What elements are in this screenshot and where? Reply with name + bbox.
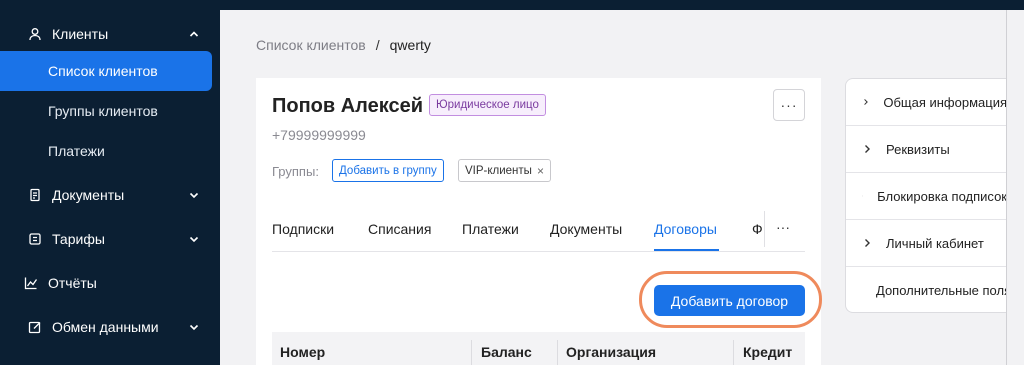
info-row-general[interactable]: Общая информация: [846, 79, 1006, 126]
contracts-table-header: Номер Баланс Организация Кредит: [272, 332, 805, 365]
client-phone: +79999999999: [272, 127, 366, 143]
chevron-right-icon: [865, 145, 870, 153]
chevron-right-icon: [862, 195, 863, 197]
group-tag: VIP-клиенты ×: [458, 159, 551, 182]
column-divider: [557, 340, 558, 365]
tab-documents[interactable]: Документы: [550, 221, 622, 237]
chevron-up-icon: [189, 31, 199, 37]
column-divider: [733, 340, 734, 365]
tariff-icon: [28, 232, 42, 246]
breadcrumb-current: qwerty: [389, 37, 431, 53]
user-icon: [28, 27, 42, 41]
chevron-down-icon: [189, 236, 199, 243]
sidebar-item-data-exchange[interactable]: Обмен данными: [0, 317, 220, 337]
breadcrumb-separator: /: [375, 37, 380, 53]
info-row-requisites[interactable]: Реквизиты: [846, 126, 1006, 173]
group-tag-label: VIP-клиенты: [465, 164, 532, 177]
tab-charges[interactable]: Списания: [368, 221, 431, 237]
info-panel: Общая информация Реквизиты Блокировка по…: [845, 78, 1006, 313]
sidebar-item-reports[interactable]: Отчёты: [0, 273, 220, 293]
info-row-cabinet[interactable]: Личный кабинет: [846, 220, 1006, 267]
document-icon: [28, 188, 42, 202]
tabs: Подписки Списания Платежи Документы Дого…: [272, 211, 805, 252]
info-row-label: Блокировка подписок: [877, 188, 1006, 204]
chevron-right-icon: [865, 239, 870, 247]
info-row-blocking[interactable]: Блокировка подписок: [846, 173, 1006, 220]
column-header[interactable]: Организация: [566, 344, 656, 360]
sidebar-item-tariffs[interactable]: Тарифы: [0, 229, 220, 249]
info-row-label: Личный кабинет: [886, 235, 984, 251]
add-contract-button[interactable]: Добавить договор: [654, 285, 805, 316]
active-tab-indicator: [654, 249, 719, 251]
column-header[interactable]: Баланс: [481, 344, 532, 360]
info-row-label: Реквизиты: [886, 141, 950, 157]
info-row-label: Дополнительные поля: [876, 283, 1006, 298]
tab-subscriptions[interactable]: Подписки: [272, 221, 334, 237]
breadcrumb: Список клиентов / qwerty: [256, 37, 431, 53]
column-header[interactable]: Номер: [280, 344, 325, 360]
info-row-label: Общая информация: [883, 94, 1006, 110]
sidebar-item-label: Документы: [52, 187, 125, 203]
tab-contracts[interactable]: Договоры: [654, 221, 717, 237]
tabs-more-button[interactable]: ···: [776, 219, 790, 235]
sidebar-item-label: Тарифы: [52, 231, 105, 247]
sidebar-item-label: Список клиентов: [48, 63, 158, 79]
top-bar: [220, 0, 1024, 10]
scrollbar-track[interactable]: [1006, 10, 1024, 365]
groups-label: Группы:: [272, 164, 319, 179]
edit-icon: [28, 320, 42, 334]
tab-payments[interactable]: Платежи: [462, 221, 519, 237]
close-icon[interactable]: ×: [537, 164, 544, 178]
more-actions-button[interactable]: ···: [773, 89, 805, 121]
chevron-down-icon: [189, 324, 199, 331]
sidebar-item-clients[interactable]: Клиенты: [0, 24, 220, 44]
sidebar-item-payments[interactable]: Платежи: [48, 143, 105, 159]
chevron-down-icon: [189, 192, 199, 199]
column-header[interactable]: Кредит: [743, 344, 792, 360]
sidebar-item-label: Клиенты: [52, 26, 109, 42]
client-type-badge: Юридическое лицо: [429, 94, 546, 116]
column-divider: [471, 340, 472, 365]
sidebar-item-documents[interactable]: Документы: [0, 185, 220, 205]
chevron-right-icon: [864, 99, 868, 105]
tabs-divider: [764, 211, 765, 247]
client-name: Попов Алексей: [272, 95, 424, 117]
sidebar-item-client-groups[interactable]: Группы клиентов: [48, 103, 158, 119]
add-to-group-button[interactable]: Добавить в группу: [332, 159, 444, 182]
tab-overflow-partial[interactable]: Ф: [752, 221, 762, 237]
info-row-extra-fields[interactable]: Дополнительные поля: [846, 267, 1006, 312]
sidebar: Клиенты Список клиентов Группы клиентов …: [0, 0, 220, 365]
sidebar-item-label: Обмен данными: [52, 319, 159, 335]
breadcrumb-parent[interactable]: Список клиентов: [256, 37, 366, 53]
sidebar-item-label: Отчёты: [48, 275, 97, 291]
chart-icon: [24, 276, 38, 290]
